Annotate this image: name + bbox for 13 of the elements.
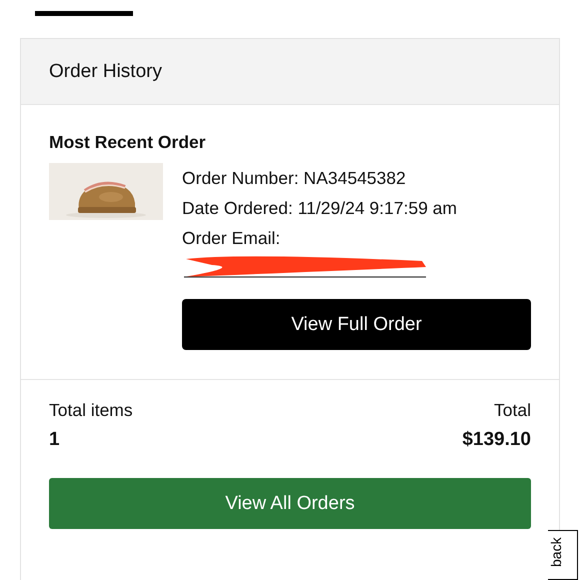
total-value: $139.10	[462, 429, 531, 451]
total-items-label: Total items	[49, 400, 134, 421]
view-all-orders-button[interactable]: View All Orders	[49, 478, 531, 529]
card-header-title: Order History	[21, 39, 559, 105]
total-items-value: 1	[49, 429, 61, 451]
view-full-order-button[interactable]: View Full Order	[182, 299, 531, 350]
section-title: Most Recent Order	[49, 132, 207, 153]
order-number: Order Number: NA34545382	[182, 167, 407, 190]
selected-tab-underline[interactable]	[35, 11, 133, 16]
total-label: Total	[493, 400, 531, 421]
order-email-label: Order Email:	[182, 227, 282, 250]
date-ordered: Date Ordered: 11/29/24 9:17:59 am	[182, 197, 458, 220]
feedback-tab[interactable]: back	[548, 530, 578, 580]
